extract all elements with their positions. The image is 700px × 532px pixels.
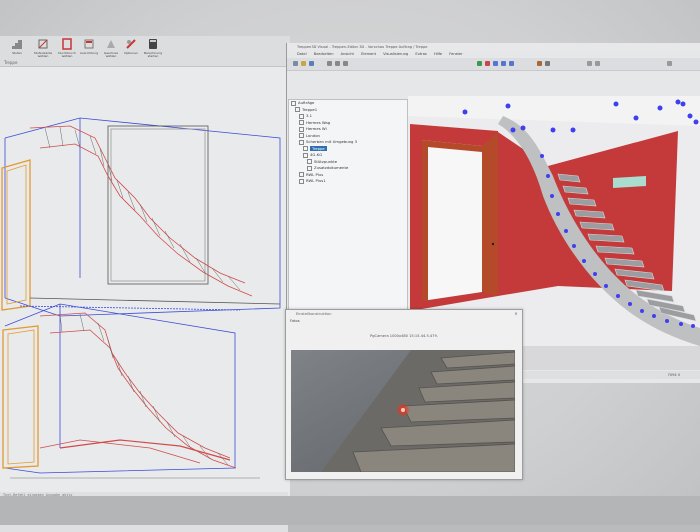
- steps-icon: [12, 40, 22, 49]
- door-frame: [482, 132, 498, 296]
- close-icon[interactable]: ×: [513, 311, 519, 316]
- toolbar-button-durchbruch[interactable]: Durchbruch wählen: [56, 38, 78, 58]
- menu-hilfe[interactable]: Hilfe: [434, 52, 442, 56]
- camera-dialog: Einstellkonstruktion × Fotos PgCamera 10…: [285, 309, 523, 480]
- stop-icon[interactable]: [485, 61, 490, 66]
- material-icon[interactable]: [537, 61, 542, 66]
- lower-stair-view: [2, 303, 260, 479]
- folder-icon: [307, 165, 312, 171]
- light-icon[interactable]: [545, 61, 550, 66]
- menu-fenster[interactable]: Fenster: [449, 52, 462, 56]
- desk-surface: [0, 496, 700, 525]
- expander-icon: [299, 172, 304, 177]
- options-icon: [126, 39, 136, 49]
- ribbon-group-label: Treppe: [4, 60, 18, 65]
- expander-icon: [303, 152, 308, 158]
- dialog-menu[interactable]: Fotos: [286, 318, 522, 325]
- toolbar-button-optionen[interactable]: Optionen: [120, 38, 142, 55]
- dialog-title: Einstellkonstruktion: [296, 312, 332, 316]
- settings-icon[interactable]: [667, 61, 672, 66]
- toolbar-button-geschoss[interactable]: Geschoss wählen: [100, 38, 122, 58]
- toolbar-button-stufenkante[interactable]: Stufenkante wählen: [32, 38, 54, 58]
- menu-ansicht[interactable]: Ansicht: [341, 52, 354, 56]
- menu-element[interactable]: Element: [361, 52, 376, 56]
- rotate-icon[interactable]: [493, 61, 498, 66]
- expander-icon: [299, 178, 304, 184]
- menu-bearbeiten[interactable]: Bearbeiten: [314, 52, 334, 56]
- expander-icon: [299, 113, 304, 119]
- cad-drawing-canvas[interactable]: [0, 68, 290, 490]
- tree-item[interactable]: RWL Plus1: [289, 178, 407, 185]
- menu-visualisierung[interactable]: Visualisierung: [383, 52, 408, 56]
- open-icon[interactable]: [301, 61, 306, 66]
- menu-extras[interactable]: Extras: [415, 52, 426, 56]
- toolbar-button-berechnung[interactable]: Berechnung starten: [142, 38, 164, 58]
- viewer-toolbar: [287, 58, 700, 71]
- toolbar-button-ausrichtung[interactable]: Ausrichtung: [78, 38, 100, 55]
- cad-toolbar: Stufen Stufenkante wählen Durchbruch wäh…: [0, 36, 290, 67]
- camera-feed: [291, 350, 515, 472]
- expander-icon: [299, 120, 304, 125]
- monitor-screen: Stufen Stufenkante wählen Durchbruch wäh…: [0, 0, 700, 532]
- status-coordinates: 7094 II: [667, 373, 680, 377]
- folder-icon: [307, 159, 312, 164]
- viewer-menubar: Datei Bearbeiten Ansicht Element Visuali…: [287, 51, 700, 58]
- print-icon[interactable]: [595, 61, 600, 66]
- pan-icon[interactable]: [501, 61, 506, 66]
- camera-caption: PgCamera 1000x480 15:15-44.5.479.: [370, 334, 438, 338]
- toolbar-button-stufen[interactable]: Stufen: [6, 38, 28, 55]
- expander-icon: [299, 139, 304, 145]
- expander-icon: [295, 107, 300, 112]
- menu-datei[interactable]: Datei: [297, 52, 307, 56]
- calculator-icon: [149, 39, 157, 49]
- camera-icon[interactable]: [587, 61, 592, 66]
- new-icon[interactable]: [293, 61, 298, 66]
- cut-icon[interactable]: [327, 61, 332, 66]
- zoom-icon[interactable]: [509, 61, 514, 66]
- save-icon[interactable]: [309, 61, 314, 66]
- floor-icon: [107, 40, 115, 48]
- upper-stair-view: [1, 117, 281, 317]
- copy-icon[interactable]: [335, 61, 340, 66]
- expander-icon: [303, 146, 308, 151]
- expander-icon: [299, 133, 304, 138]
- expander-icon: [299, 126, 304, 132]
- window: [613, 176, 646, 188]
- expander-icon: [291, 100, 296, 106]
- render-icon[interactable]: [477, 61, 482, 66]
- opening-icon: [62, 38, 72, 50]
- viewer-title: Treppen3D Visual - Treppen-Editor 3D - V…: [287, 43, 700, 51]
- align-icon: [84, 39, 94, 49]
- cad-window: Stufen Stufenkante wählen Durchbruch wäh…: [0, 36, 290, 532]
- step-edge-icon: [38, 39, 48, 49]
- paste-icon[interactable]: [343, 61, 348, 66]
